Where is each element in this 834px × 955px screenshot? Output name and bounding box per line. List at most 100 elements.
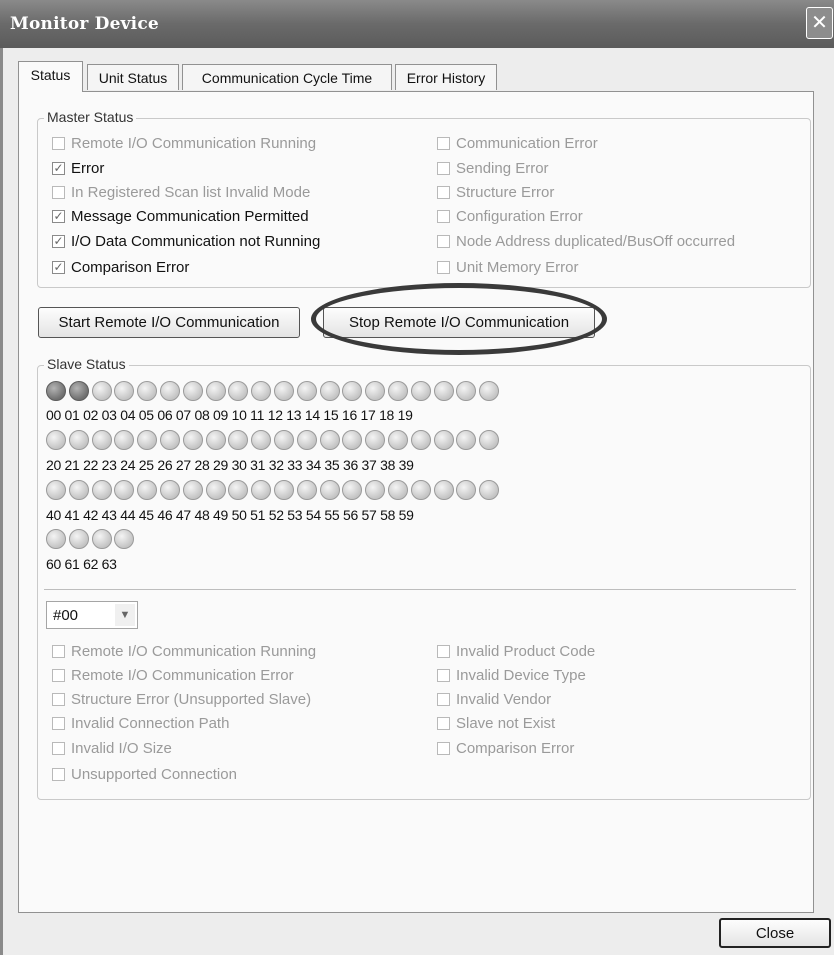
node-indicator xyxy=(68,529,89,549)
checkbox-node-address-duplicated[interactable]: Node Address duplicated/BusOff occurred xyxy=(437,231,735,251)
checkbox-label: In Registered Scan list Invalid Mode xyxy=(71,183,311,201)
checkbox-label: Error xyxy=(71,159,105,177)
window-title: Monitor Device xyxy=(10,14,159,34)
checkmark-icon: ✓ xyxy=(52,161,65,175)
checkbox-slave-invalid-vendor[interactable]: Invalid Vendor xyxy=(437,689,551,709)
node-indicator xyxy=(114,529,135,549)
checkbox-remote-io-running[interactable]: Remote I/O Communication Running xyxy=(52,133,316,153)
checkbox-slave-comparison-error[interactable]: Comparison Error xyxy=(437,738,574,758)
node-indicator xyxy=(296,381,317,401)
checkbox-label: Invalid Device Type xyxy=(456,666,586,684)
node-indicator xyxy=(365,480,386,500)
checkbox-label: Invalid I/O Size xyxy=(71,739,172,757)
tab-unit-status[interactable]: Unit Status xyxy=(87,64,179,90)
tab-error-history[interactable]: Error History xyxy=(395,64,497,90)
checkbox-box xyxy=(437,234,450,248)
checkbox-communication-error[interactable]: Communication Error xyxy=(437,133,598,153)
slave-node-select-value: #00 xyxy=(53,607,79,624)
checkbox-box xyxy=(52,741,65,755)
checkmark-icon: ✓ xyxy=(52,260,65,274)
node-indicator xyxy=(159,430,180,450)
node-indicator-00 xyxy=(46,381,66,401)
close-window-button[interactable]: ✕ xyxy=(806,7,833,39)
checkbox-box xyxy=(437,716,450,730)
stop-remote-io-button[interactable]: Stop Remote I/O Communication xyxy=(323,307,595,338)
node-number-row: 60 61 62 63 xyxy=(46,556,117,572)
checkbox-box xyxy=(437,185,450,199)
node-indicator xyxy=(68,480,89,500)
checkbox-slave-unsupported-connection[interactable]: Unsupported Connection xyxy=(52,764,237,784)
checkbox-slave-structure-error[interactable]: Structure Error (Unsupported Slave) xyxy=(52,689,311,709)
node-indicator xyxy=(182,480,203,500)
node-indicator xyxy=(456,430,477,450)
start-remote-io-button[interactable]: Start Remote I/O Communication xyxy=(38,307,300,338)
close-button[interactable]: Close xyxy=(719,918,831,948)
slave-status-legend: Slave Status xyxy=(44,356,129,372)
checkbox-unit-memory-error[interactable]: Unit Memory Error xyxy=(437,257,579,277)
checkbox-label: Sending Error xyxy=(456,159,549,177)
checkbox-slave-not-exist[interactable]: Slave not Exist xyxy=(437,713,555,733)
checkbox-structure-error[interactable]: Structure Error xyxy=(437,182,554,202)
checkbox-label: Invalid Vendor xyxy=(456,690,552,708)
checkbox-sending-error[interactable]: Sending Error xyxy=(437,158,549,178)
node-indicator xyxy=(205,430,226,450)
node-indicator xyxy=(137,381,158,401)
node-indicator xyxy=(182,381,203,401)
node-indicator xyxy=(228,381,249,401)
node-indicator xyxy=(365,381,386,401)
checkbox-box xyxy=(437,209,450,223)
node-indicator xyxy=(273,381,294,401)
node-indicator xyxy=(410,381,431,401)
node-indicator xyxy=(91,381,112,401)
node-indicator xyxy=(410,430,431,450)
node-indicator xyxy=(365,430,386,450)
node-indicator xyxy=(479,381,500,401)
node-indicator xyxy=(91,529,112,549)
node-indicator xyxy=(479,480,500,500)
checkbox-slave-invalid-product-code[interactable]: Invalid Product Code xyxy=(437,641,595,661)
checkbox-box xyxy=(52,185,65,199)
checkbox-configuration-error[interactable]: Configuration Error xyxy=(437,206,583,226)
checkbox-label: Communication Error xyxy=(456,134,598,152)
checkbox-slave-remote-io-running[interactable]: Remote I/O Communication Running xyxy=(52,641,316,661)
node-indicator xyxy=(46,480,66,500)
title-bar[interactable]: Monitor Device ✕ xyxy=(0,0,834,48)
checkbox-message-communication-permitted[interactable]: ✓ Message Communication Permitted xyxy=(52,206,309,226)
node-indicator xyxy=(387,430,408,450)
node-indicator xyxy=(433,480,454,500)
node-number-row: 20 21 22 23 24 25 26 27 28 29 30 31 32 3… xyxy=(46,457,414,473)
checkbox-comparison-error[interactable]: ✓ Comparison Error xyxy=(52,257,189,277)
checkbox-box xyxy=(437,741,450,755)
tab-communication-cycle-time[interactable]: Communication Cycle Time xyxy=(182,64,392,90)
node-indicator xyxy=(342,480,363,500)
node-indicator xyxy=(342,430,363,450)
node-indicator xyxy=(296,480,317,500)
node-indicator xyxy=(68,430,89,450)
checkbox-invalid-mode[interactable]: In Registered Scan list Invalid Mode xyxy=(52,182,310,202)
tab-status[interactable]: Status xyxy=(18,61,83,92)
node-indicator xyxy=(319,430,340,450)
checkbox-label: Remote I/O Communication Running xyxy=(71,642,317,660)
checkbox-label: Comparison Error xyxy=(456,739,575,757)
node-indicator xyxy=(251,381,272,401)
node-indicator xyxy=(273,430,294,450)
node-indicator xyxy=(91,430,112,450)
node-indicator xyxy=(251,480,272,500)
node-indicator xyxy=(319,381,340,401)
checkbox-slave-invalid-device-type[interactable]: Invalid Device Type xyxy=(437,665,586,685)
checkbox-error[interactable]: ✓ Error xyxy=(52,158,104,178)
node-indicator xyxy=(114,381,135,401)
checkbox-label: Unsupported Connection xyxy=(71,765,237,783)
checkbox-box xyxy=(437,136,450,150)
node-indicator-01 xyxy=(68,381,89,401)
checkbox-io-data-not-running[interactable]: ✓ I/O Data Communication not Running xyxy=(52,231,320,251)
checkbox-box xyxy=(437,260,450,274)
checkbox-label: Unit Memory Error xyxy=(456,258,579,276)
chevron-down-icon[interactable]: ▼ xyxy=(115,604,135,626)
checkbox-box xyxy=(52,136,65,150)
checkbox-slave-invalid-connection-path[interactable]: Invalid Connection Path xyxy=(52,713,229,733)
node-indicator xyxy=(228,430,249,450)
checkbox-slave-remote-io-error[interactable]: Remote I/O Communication Error xyxy=(52,665,294,685)
checkbox-slave-invalid-io-size[interactable]: Invalid I/O Size xyxy=(52,738,172,758)
slave-node-select[interactable]: #00 ▼ xyxy=(46,601,138,629)
